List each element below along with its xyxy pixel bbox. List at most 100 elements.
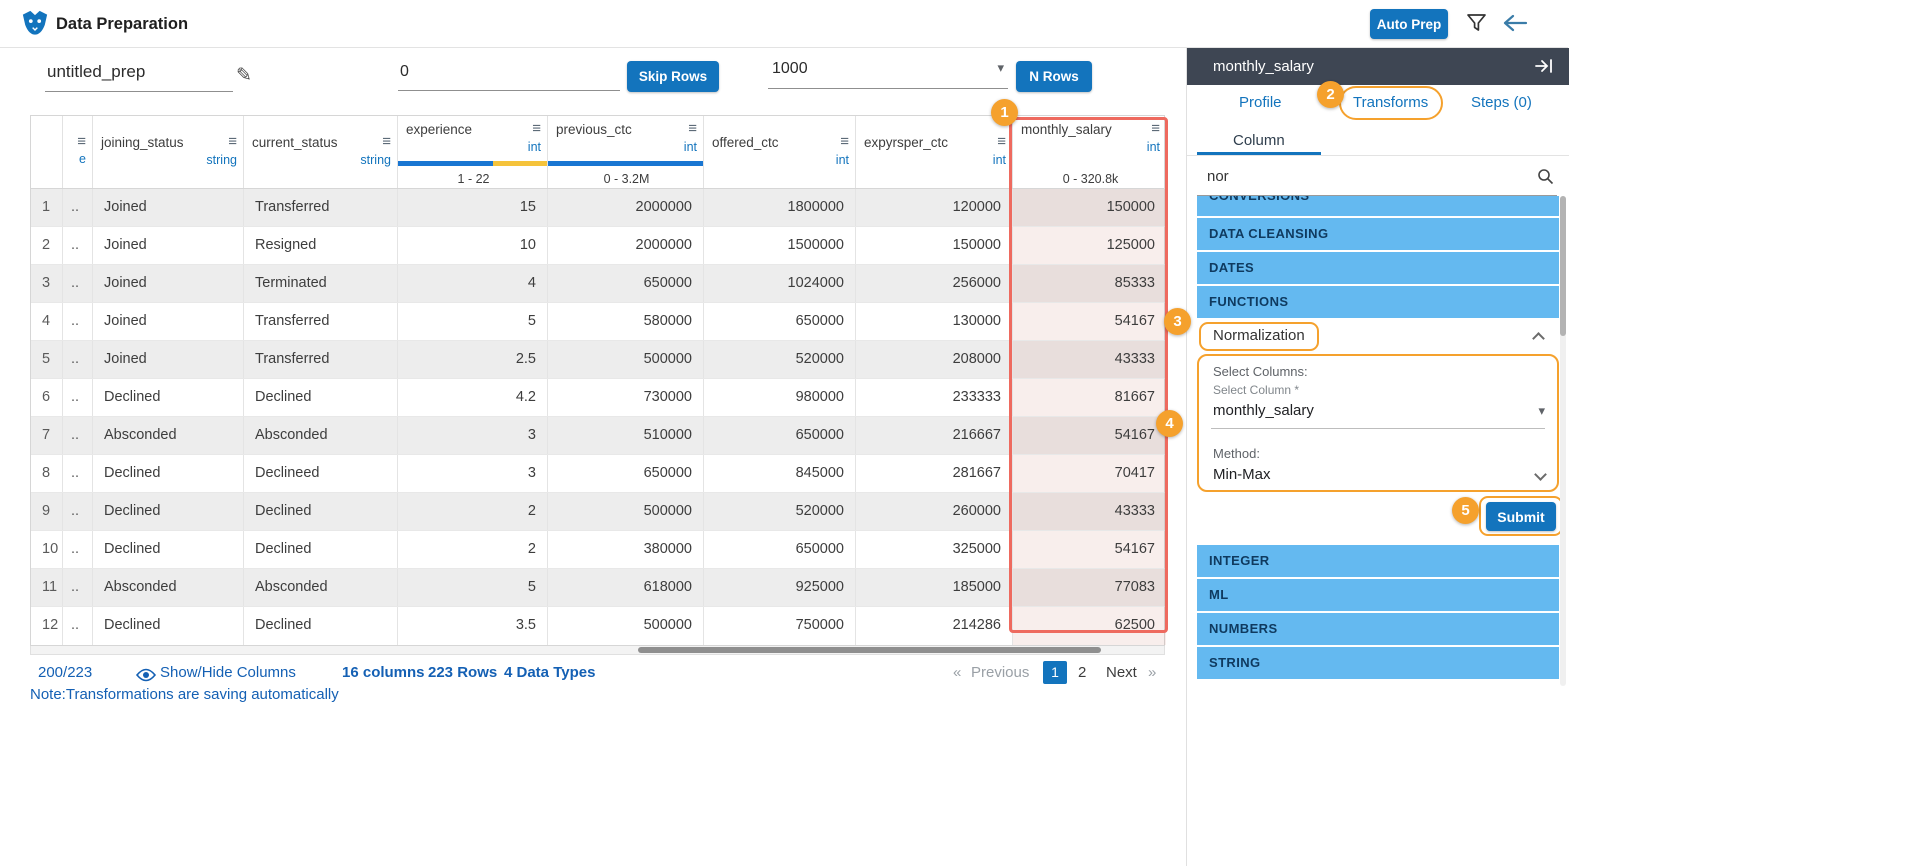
column-menu-icon[interactable]: ≡ [840, 135, 849, 149]
cell-previous_ctc[interactable]: 650000 [548, 265, 704, 302]
column-select-dropdown[interactable]: monthly_salary ▾ [1213, 402, 1545, 419]
cell-monthly_salary[interactable]: 125000 [1013, 227, 1166, 264]
cell-current_status[interactable]: Declineed [244, 455, 398, 492]
method-select-dropdown[interactable]: Min-Max [1213, 466, 1545, 483]
transform-category-string[interactable]: STRING [1197, 647, 1559, 679]
cell-monthly_salary[interactable]: 62500 [1013, 607, 1166, 645]
cell-offered_ctc[interactable]: 520000 [704, 493, 856, 530]
transform-search-input[interactable] [1207, 168, 1527, 185]
prep-name-input[interactable] [45, 60, 233, 92]
cell-previous_ctc[interactable]: 380000 [548, 531, 704, 568]
cell-expyrsper_ctc[interactable]: 120000 [856, 189, 1013, 226]
cell-experience[interactable]: 5 [398, 303, 548, 340]
cell-offered_ctc[interactable]: 650000 [704, 303, 856, 340]
cell-offered_ctc[interactable]: 520000 [704, 341, 856, 378]
cell-expyrsper_ctc[interactable]: 256000 [856, 265, 1013, 302]
n-rows-count-select[interactable]: 1000 ▾ [768, 58, 1008, 89]
column-menu-icon[interactable]: ≡ [532, 122, 541, 136]
cell-experience[interactable]: 2.5 [398, 341, 548, 378]
cell-current_status[interactable]: Absconded [244, 417, 398, 454]
cell-expyrsper_ctc[interactable]: 185000 [856, 569, 1013, 606]
column-header-current_status[interactable]: current_status≡string [244, 116, 398, 188]
cell-offered_ctc[interactable]: 1024000 [704, 265, 856, 302]
cell-experience[interactable]: 4 [398, 265, 548, 302]
cell-expyrsper_ctc[interactable]: 260000 [856, 493, 1013, 530]
tab-transforms[interactable]: Transforms [1353, 94, 1428, 111]
pagination-page-2[interactable]: 2 [1078, 664, 1086, 681]
eye-icon[interactable] [136, 668, 156, 686]
cell-experience[interactable]: 3.5 [398, 607, 548, 645]
skip-rows-input[interactable] [398, 61, 620, 91]
cell-current_status[interactable]: Resigned [244, 227, 398, 264]
column-menu-icon[interactable]: ≡ [688, 122, 697, 136]
cell-offered_ctc[interactable]: 845000 [704, 455, 856, 492]
cell-current_status[interactable]: Transferred [244, 303, 398, 340]
cell-joining_status[interactable]: Declined [93, 531, 244, 568]
cell-joining_status[interactable]: Absconded [93, 417, 244, 454]
cell-previous_ctc[interactable]: 730000 [548, 379, 704, 416]
cell-joining_status[interactable]: Joined [93, 303, 244, 340]
column-header-previous_ctc[interactable]: previous_ctc≡int0 - 3.2M [548, 116, 704, 188]
horizontal-scrollbar[interactable] [30, 646, 1165, 655]
cell-monthly_salary[interactable]: 54167 [1013, 531, 1166, 568]
n-rows-button[interactable]: N Rows [1016, 61, 1092, 92]
cell-current_status[interactable]: Declined [244, 607, 398, 645]
cell-joining_status[interactable]: Declined [93, 607, 244, 645]
cell-current_status[interactable]: Transferred [244, 189, 398, 226]
cell-expyrsper_ctc[interactable]: 150000 [856, 227, 1013, 264]
column-menu-icon[interactable]: ≡ [228, 135, 237, 149]
cell-previous_ctc[interactable]: 500000 [548, 607, 704, 645]
transform-category-functions[interactable]: FUNCTIONS [1197, 286, 1559, 318]
cell-current_status[interactable]: Declined [244, 379, 398, 416]
cell-experience[interactable]: 3 [398, 455, 548, 492]
transform-category-dates[interactable]: DATES [1197, 252, 1559, 284]
cell-joining_status[interactable]: Joined [93, 227, 244, 264]
submit-button[interactable]: Submit [1486, 502, 1556, 531]
back-arrow-icon[interactable] [1502, 13, 1528, 38]
cell-offered_ctc[interactable]: 1800000 [704, 189, 856, 226]
cell-monthly_salary[interactable]: 70417 [1013, 455, 1166, 492]
cell-expyrsper_ctc[interactable]: 281667 [856, 455, 1013, 492]
cell-joining_status[interactable]: Absconded [93, 569, 244, 606]
cell-joining_status[interactable]: Declined [93, 455, 244, 492]
cell-previous_ctc[interactable]: 500000 [548, 341, 704, 378]
cell-experience[interactable]: 5 [398, 569, 548, 606]
cell-offered_ctc[interactable]: 980000 [704, 379, 856, 416]
column-menu-icon[interactable]: ≡ [382, 135, 391, 149]
transform-category-ml[interactable]: ML [1197, 579, 1559, 611]
horizontal-scrollbar-thumb[interactable] [638, 647, 1101, 653]
cell-previous_ctc[interactable]: 510000 [548, 417, 704, 454]
panel-scrollbar-thumb[interactable] [1560, 196, 1566, 336]
cell-monthly_salary[interactable]: 150000 [1013, 189, 1166, 226]
pagination-first[interactable]: « [953, 664, 961, 681]
cell-offered_ctc[interactable]: 650000 [704, 531, 856, 568]
cell-experience[interactable]: 10 [398, 227, 548, 264]
cell-current_status[interactable]: Absconded [244, 569, 398, 606]
cell-monthly_salary[interactable]: 81667 [1013, 379, 1166, 416]
cell-expyrsper_ctc[interactable]: 233333 [856, 379, 1013, 416]
cell-offered_ctc[interactable]: 925000 [704, 569, 856, 606]
cell-offered_ctc[interactable]: 1500000 [704, 227, 856, 264]
pagination-page-1[interactable]: 1 [1043, 661, 1067, 684]
column-menu-icon[interactable]: ≡ [997, 135, 1006, 149]
collapse-panel-icon[interactable] [1535, 58, 1553, 78]
cell-current_status[interactable]: Terminated [244, 265, 398, 302]
cell-offered_ctc[interactable]: 750000 [704, 607, 856, 645]
cell-monthly_salary[interactable]: 43333 [1013, 341, 1166, 378]
cell-expyrsper_ctc[interactable]: 325000 [856, 531, 1013, 568]
tab-steps[interactable]: Steps (0) [1471, 94, 1532, 111]
cell-previous_ctc[interactable]: 650000 [548, 455, 704, 492]
cell-previous_ctc[interactable]: 580000 [548, 303, 704, 340]
cell-experience[interactable]: 2 [398, 493, 548, 530]
transform-category-conversions[interactable]: CONVERSIONS [1197, 196, 1559, 216]
cell-previous_ctc[interactable]: 2000000 [548, 189, 704, 226]
cell-experience[interactable]: 4.2 [398, 379, 548, 416]
cell-expyrsper_ctc[interactable]: 216667 [856, 417, 1013, 454]
cell-monthly_salary[interactable]: 77083 [1013, 569, 1166, 606]
cell-monthly_salary[interactable]: 54167 [1013, 303, 1166, 340]
cell-current_status[interactable]: Declined [244, 493, 398, 530]
filter-icon[interactable] [1466, 13, 1487, 38]
search-icon[interactable] [1537, 168, 1554, 190]
transform-category-numbers[interactable]: NUMBERS [1197, 613, 1559, 645]
cell-experience[interactable]: 2 [398, 531, 548, 568]
